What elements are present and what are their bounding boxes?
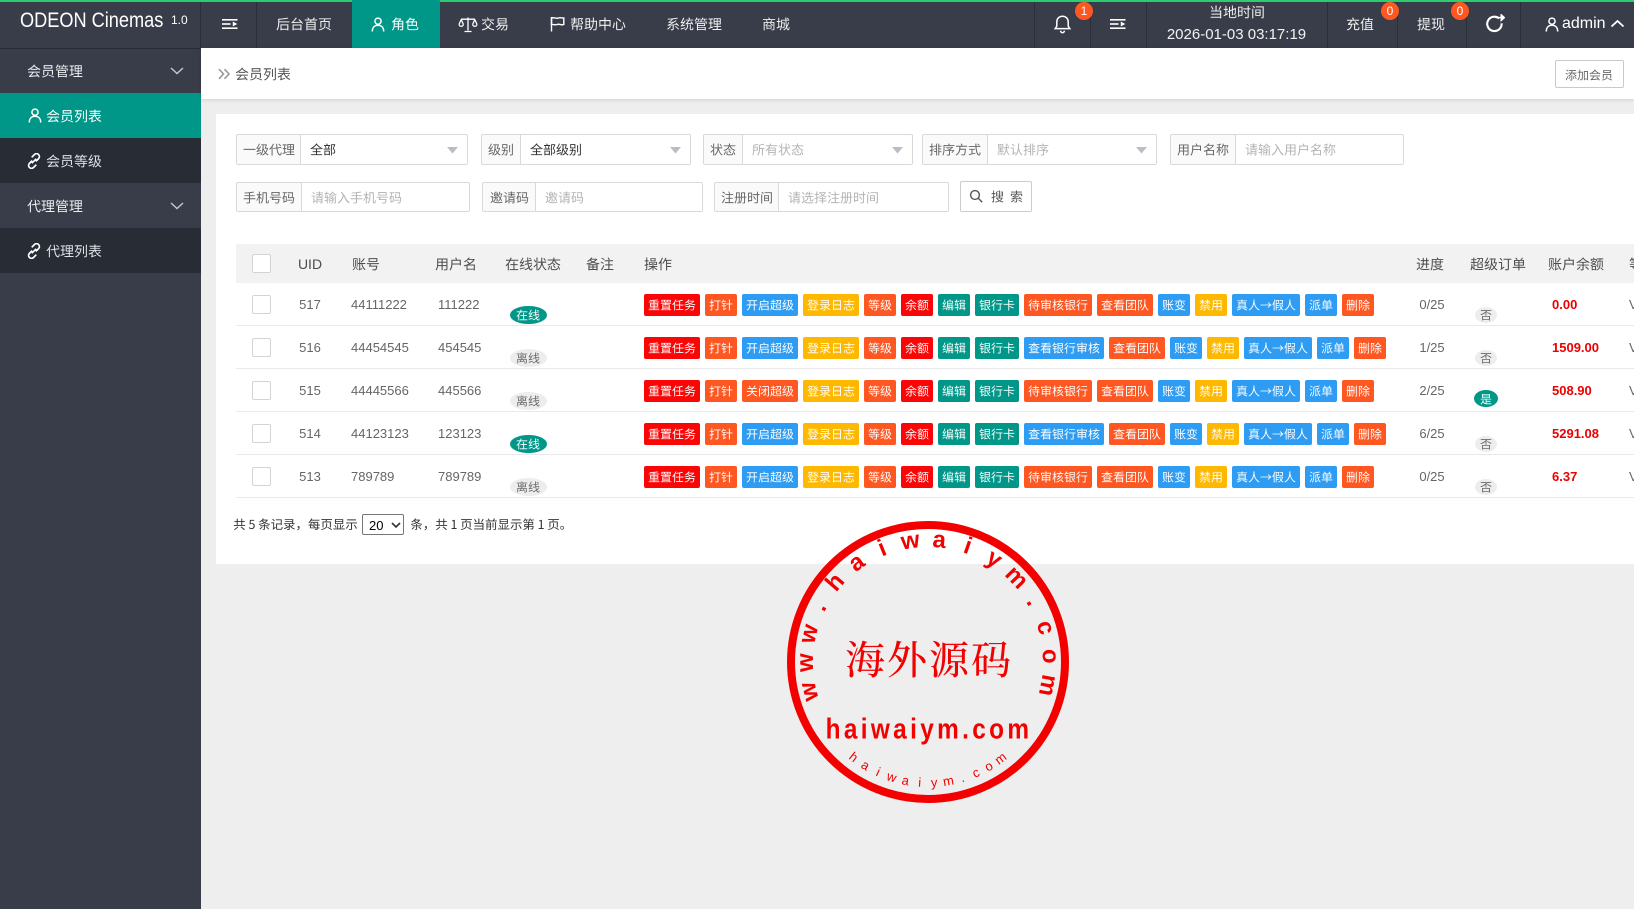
svg-text:i: i (874, 535, 890, 563)
svg-text:c: c (1031, 617, 1061, 637)
svg-text:o: o (1037, 648, 1065, 664)
svg-text:a: a (901, 772, 912, 788)
svg-text:y: y (930, 775, 938, 790)
svg-text:c: c (970, 764, 982, 781)
svg-text:w: w (794, 679, 825, 705)
svg-text:m: m (1033, 672, 1064, 698)
svg-text:.: . (805, 597, 832, 615)
svg-text:w: w (884, 768, 899, 786)
svg-text:i: i (874, 764, 883, 779)
svg-text:i: i (960, 532, 975, 560)
svg-text:i: i (918, 775, 922, 790)
svg-text:w: w (792, 653, 819, 673)
svg-text:h: h (846, 749, 861, 765)
svg-text:haiwaiym.com: haiwaiym.com (826, 713, 1033, 745)
svg-text:a: a (859, 757, 874, 774)
svg-text:y: y (981, 544, 1007, 574)
svg-text:w: w (793, 621, 824, 647)
svg-text:a: a (843, 547, 870, 577)
svg-text:m: m (942, 772, 955, 789)
svg-text:.: . (1021, 591, 1048, 610)
svg-text:o: o (982, 758, 996, 775)
svg-text:m: m (992, 749, 1010, 768)
svg-text:w: w (898, 526, 922, 556)
svg-text:a: a (931, 526, 947, 554)
svg-text:.: . (958, 770, 966, 785)
